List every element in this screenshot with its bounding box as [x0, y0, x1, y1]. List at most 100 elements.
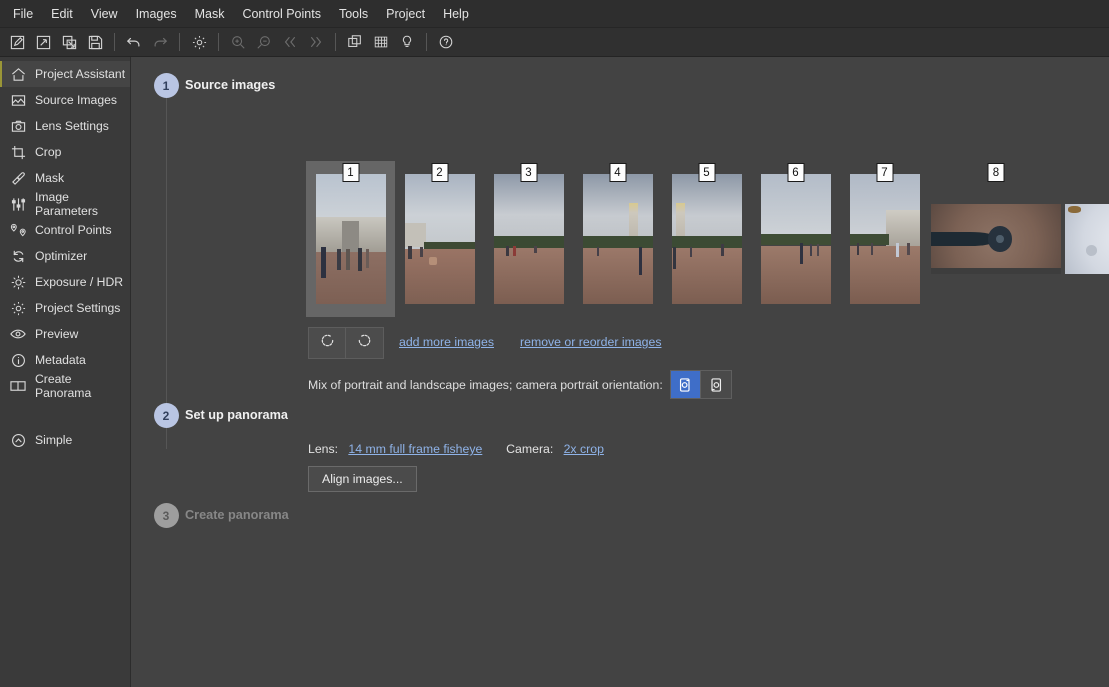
menu-item-control-points[interactable]: Control Points: [233, 3, 330, 25]
menu-item-images[interactable]: Images: [127, 3, 186, 25]
lens-value-link[interactable]: 14 mm full frame fisheye: [348, 442, 482, 456]
sidebar-item-label: Create Panorama: [35, 372, 130, 400]
thumbnail-number-badge: 1: [342, 163, 359, 182]
remove-or-reorder-images-link[interactable]: remove or reorder images: [520, 335, 661, 349]
sidebar-item-mask[interactable]: Mask: [0, 165, 130, 191]
panorama-icon: [8, 377, 28, 395]
thumbnail-item[interactable]: 6: [751, 161, 840, 317]
save-icon[interactable]: [82, 30, 108, 54]
sidebar-item-label: Control Points: [35, 223, 112, 237]
thumbnail-item[interactable]: 3: [484, 161, 573, 317]
thumbnail-image: [672, 174, 742, 304]
zoom-in-icon: [225, 30, 251, 54]
sidebar-item-label: Exposure / HDR: [35, 275, 123, 289]
thumbnail-number-badge: 7: [876, 163, 893, 182]
sidebar-item-source-images[interactable]: Source Images: [0, 87, 130, 113]
orientation-toggle-group: [670, 370, 732, 399]
overlap-images-icon[interactable]: [342, 30, 368, 54]
gear-icon: [8, 299, 28, 317]
lens-camera-row: Lens: 14 mm full frame fisheye Camera: 2…: [308, 442, 604, 456]
camera-orientation-row: Mix of portrait and landscape images; ca…: [308, 370, 732, 399]
step-number-badge: 3: [154, 503, 179, 528]
lightbulb-icon[interactable]: [394, 30, 420, 54]
step-connector-line: [166, 93, 167, 375]
step-title: Set up panorama: [185, 397, 288, 422]
step-number-badge: 1: [154, 73, 179, 98]
thumbnail-number-badge: 4: [609, 163, 626, 182]
sidebar-item-lens-settings[interactable]: Lens Settings: [0, 113, 130, 139]
add-more-images-link[interactable]: add more images: [399, 335, 494, 349]
brush-icon: [8, 169, 28, 187]
camera-value-link[interactable]: 2x crop: [564, 442, 604, 456]
next-icon: [303, 30, 329, 54]
thumbnail-image: [316, 174, 386, 304]
align-images-button[interactable]: Align images...: [308, 466, 417, 492]
camera-rotate-cw-icon[interactable]: [701, 371, 731, 398]
sidebar-item-label: Project Assistant: [35, 67, 125, 81]
photos-icon: [8, 91, 28, 109]
sidebar-item-optimizer[interactable]: Optimizer: [0, 243, 130, 269]
preferences-gear-icon[interactable]: [186, 30, 212, 54]
toolbar: [0, 28, 1109, 57]
menu-item-view[interactable]: View: [82, 3, 127, 25]
save-as-icon[interactable]: [56, 30, 82, 54]
sidebar-item-label: Image Parameters: [35, 190, 130, 218]
sidebar-item-project-assistant[interactable]: Project Assistant: [0, 61, 130, 87]
zoom-out-icon: [251, 30, 277, 54]
rotate-right-button[interactable]: [346, 328, 383, 358]
step-title: Create panorama: [185, 497, 289, 522]
thumbnail-item[interactable]: 1: [306, 161, 395, 317]
chevron-up-circle-icon: [8, 431, 28, 449]
menu-item-help[interactable]: Help: [434, 3, 478, 25]
thumbnail-image: [583, 174, 653, 304]
grid-icon[interactable]: [368, 30, 394, 54]
menu-item-mask[interactable]: Mask: [186, 3, 234, 25]
toolbar-separator: [335, 33, 336, 51]
camera-label: Camera:: [506, 442, 553, 456]
menu-bar: File Edit View Images Mask Control Point…: [0, 0, 1109, 28]
info-icon: [8, 351, 28, 369]
sidebar-item-simple[interactable]: Simple: [0, 427, 130, 453]
sidebar-item-preview[interactable]: Preview: [0, 321, 130, 347]
sidebar-item-project-settings[interactable]: Project Settings: [0, 295, 130, 321]
thumbnail-number-badge: 6: [787, 163, 804, 182]
sidebar-item-metadata[interactable]: Metadata: [0, 347, 130, 373]
sun-icon: [8, 273, 28, 291]
orientation-description: Mix of portrait and landscape images; ca…: [308, 378, 663, 392]
toolbar-separator: [114, 33, 115, 51]
menu-item-file[interactable]: File: [4, 3, 42, 25]
open-project-icon[interactable]: [30, 30, 56, 54]
toolbar-separator: [179, 33, 180, 51]
thumbnail-item[interactable]: 2: [395, 161, 484, 317]
sidebar-item-label: Source Images: [35, 93, 117, 107]
menu-item-tools[interactable]: Tools: [330, 3, 377, 25]
sidebar: Project Assistant Source Images Lens Set…: [0, 57, 131, 687]
sidebar-item-crop[interactable]: Crop: [0, 139, 130, 165]
step-title: Source images: [185, 67, 275, 92]
refresh-icon: [8, 247, 28, 265]
sidebar-spacer: [0, 399, 130, 427]
rotate-left-button[interactable]: [309, 328, 346, 358]
thumbnail-image: [1065, 204, 1109, 274]
sidebar-item-create-panorama[interactable]: Create Panorama: [0, 373, 130, 399]
thumbnail-item[interactable]: 5: [662, 161, 751, 317]
sidebar-item-control-points[interactable]: Control Points: [0, 217, 130, 243]
new-project-icon[interactable]: [4, 30, 30, 54]
camera-rotate-ccw-icon[interactable]: [671, 371, 701, 398]
sidebar-item-exposure-hdr[interactable]: Exposure / HDR: [0, 269, 130, 295]
home-icon: [8, 65, 28, 83]
redo-icon: [147, 30, 173, 54]
menu-item-edit[interactable]: Edit: [42, 3, 82, 25]
thumbnail-item[interactable]: 4: [573, 161, 662, 317]
menu-item-project[interactable]: Project: [377, 3, 434, 25]
thumbnail-item[interactable]: 8: [929, 161, 1063, 317]
thumbnail-number-badge: 5: [698, 163, 715, 182]
undo-icon[interactable]: [121, 30, 147, 54]
sidebar-item-label: Simple: [35, 433, 72, 447]
thumbnail-item[interactable]: 9: [1063, 161, 1109, 317]
help-icon[interactable]: [433, 30, 459, 54]
thumbnail-item[interactable]: 7: [840, 161, 929, 317]
step-source-images: 1 Source images: [147, 67, 1109, 92]
image-action-links: add more images remove or reorder images: [399, 335, 661, 349]
sidebar-item-image-parameters[interactable]: Image Parameters: [0, 191, 130, 217]
